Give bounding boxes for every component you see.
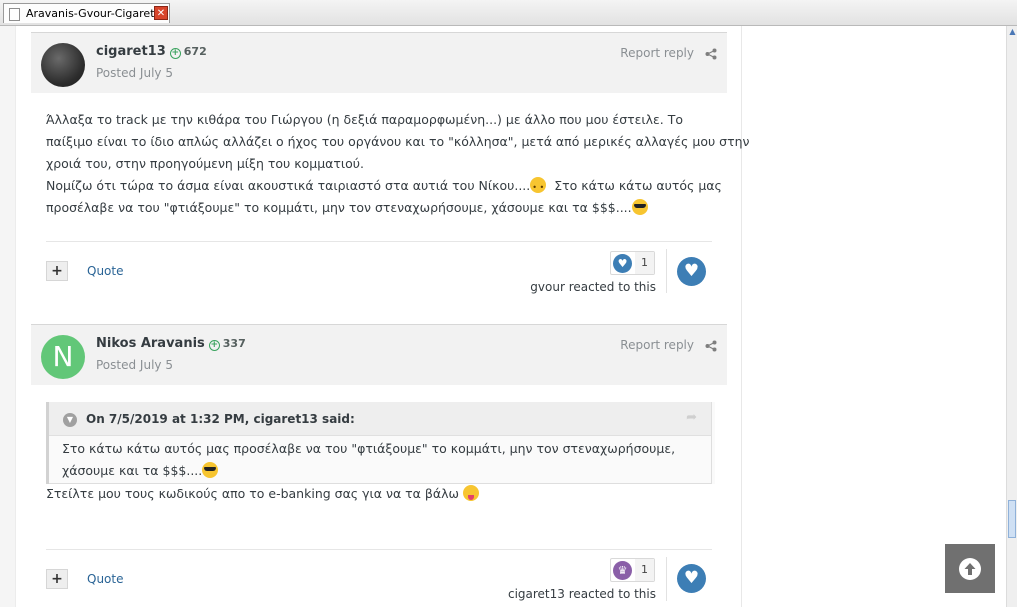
chevron-down-icon[interactable]: ▼: [63, 413, 77, 427]
browser-tab-title: Aravanis-Gvour-Cigaret...: [26, 7, 166, 20]
post-text-span: Στο κάτω κάτω αυτός μας: [546, 178, 722, 193]
multiquote-button[interactable]: +: [46, 261, 68, 281]
right-sidebar: [741, 26, 1007, 607]
vertical-scrollbar[interactable]: ▲: [1006, 26, 1017, 607]
post-text-span: Νομίζω ότι τώρα το άσμα είναι ακουστικά …: [46, 178, 531, 193]
post-text-line: Άλλαξα το track με την κιθάρα του Γιώργο…: [46, 112, 684, 127]
reaction-separator: [666, 557, 667, 601]
post-divider: [46, 241, 712, 242]
avatar[interactable]: [41, 43, 85, 87]
sunglasses-emoji-icon: [202, 462, 219, 478]
reputation-badge: +337: [208, 337, 246, 351]
quote-citation-text: On 7/5/2019 at 1:32 PM, cigaret13 said:: [86, 412, 355, 426]
heart-icon: ♥: [683, 261, 700, 281]
quote-text-line: Στο κάτω κάτω αυτός μας προσέλαβε να του…: [62, 441, 676, 456]
react-heart-button[interactable]: ♥: [677, 257, 706, 286]
post-text-span: προσέλαβε να του "φτιάξουμε" το κομμάτι,…: [46, 200, 632, 215]
reputation-badge: +672: [169, 45, 207, 59]
share-icon[interactable]: [705, 340, 717, 352]
quote-text-span: χάσουμε και τα $$$....: [62, 463, 203, 478]
page-icon: [9, 8, 20, 21]
report-reply-link[interactable]: Report reply: [620, 338, 694, 352]
arrow-right-icon[interactable]: ➦: [686, 410, 697, 425]
post-text-line: προσέλαβε να του "φτιάξουμε" το κομμάτι,…: [46, 197, 750, 219]
reacted-by-text[interactable]: cigaret13 reacted to this: [508, 587, 656, 601]
post-header: N Nikos Aravanis +337 Posted July 5 Repor…: [31, 324, 727, 385]
post-divider: [46, 549, 712, 550]
quote-body: Στο κάτω κάτω αυτός μας προσέλαβε να του…: [49, 436, 712, 484]
reputation-plus-icon: +: [208, 340, 220, 351]
quote-citation: ▼ On 7/5/2019 at 1:32 PM, cigaret13 said…: [49, 402, 712, 436]
reaction-summary[interactable]: ♛ 1: [610, 558, 655, 582]
reputation-count: 337: [222, 337, 246, 350]
post-author[interactable]: Nikos Aravanis +337: [96, 336, 246, 351]
post-date: Posted July 5: [96, 358, 173, 372]
trophy-icon: ♛: [613, 561, 632, 580]
reputation-count: 672: [183, 45, 207, 58]
quote-text: Στο κάτω κάτω αυτός μας προσέλαβε να του…: [62, 438, 675, 482]
share-icon[interactable]: [705, 48, 717, 60]
author-name[interactable]: Nikos Aravanis: [96, 336, 205, 351]
post-text-line: χροιά του, στην προηγούμενη μίξη του κομ…: [46, 156, 365, 171]
reaction-count: 1: [635, 252, 654, 274]
post-text-line: παίξιμο είναι το ίδιο απλώς αλλάζει ο ήχ…: [46, 134, 750, 149]
react-heart-button[interactable]: ♥: [677, 564, 706, 593]
report-reply-link[interactable]: Report reply: [620, 46, 694, 60]
scroll-to-top-button[interactable]: [945, 544, 995, 593]
post-text-line: Νομίζω ότι τώρα το άσμα είναι ακουστικά …: [46, 175, 750, 199]
browser-tab-strip: Aravanis-Gvour-Cigaret... ✕: [0, 0, 1017, 26]
scroll-up-arrow-icon[interactable]: ▲: [1008, 26, 1017, 38]
reputation-plus-icon: +: [169, 48, 181, 59]
reaction-summary[interactable]: ♥ 1: [610, 251, 655, 275]
heart-icon: ♥: [613, 254, 632, 273]
post-header: cigaret13 +672 Posted July 5 Report reply: [31, 32, 727, 93]
reaction-separator: [666, 249, 667, 293]
left-gutter: [0, 26, 16, 607]
heart-eyes-emoji-icon: [530, 177, 547, 199]
post-date: Posted July 5: [96, 66, 173, 80]
quote-button[interactable]: Quote: [87, 264, 123, 278]
quoted-post: ▼ On 7/5/2019 at 1:32 PM, cigaret13 said…: [46, 402, 715, 484]
scrollbar-thumb[interactable]: [1008, 500, 1016, 538]
heart-icon: ♥: [683, 568, 700, 588]
post-text-span: Στείλτε μου τους κωδικούς απο το e-banki…: [46, 486, 459, 501]
post-body: Στείλτε μου τους κωδικούς απο το e-banki…: [46, 483, 479, 505]
avatar[interactable]: N: [41, 335, 85, 379]
reacted-by-text[interactable]: gvour reacted to this: [530, 280, 656, 294]
arrow-up-icon: [959, 558, 981, 580]
quote-text-line: χάσουμε και τα $$$....: [62, 460, 675, 482]
browser-tab[interactable]: Aravanis-Gvour-Cigaret... ✕: [3, 3, 170, 23]
close-icon[interactable]: ✕: [154, 6, 168, 20]
reaction-count: 1: [635, 559, 654, 581]
author-name[interactable]: cigaret13: [96, 44, 166, 59]
multiquote-button[interactable]: +: [46, 569, 68, 589]
tongue-emoji-icon: [462, 485, 479, 501]
post-author[interactable]: cigaret13 +672: [96, 44, 207, 59]
sunglasses-emoji-icon: [631, 199, 648, 215]
post-body: Άλλαξα το track με την κιθάρα του Γιώργο…: [46, 109, 750, 219]
quote-button[interactable]: Quote: [87, 572, 123, 586]
